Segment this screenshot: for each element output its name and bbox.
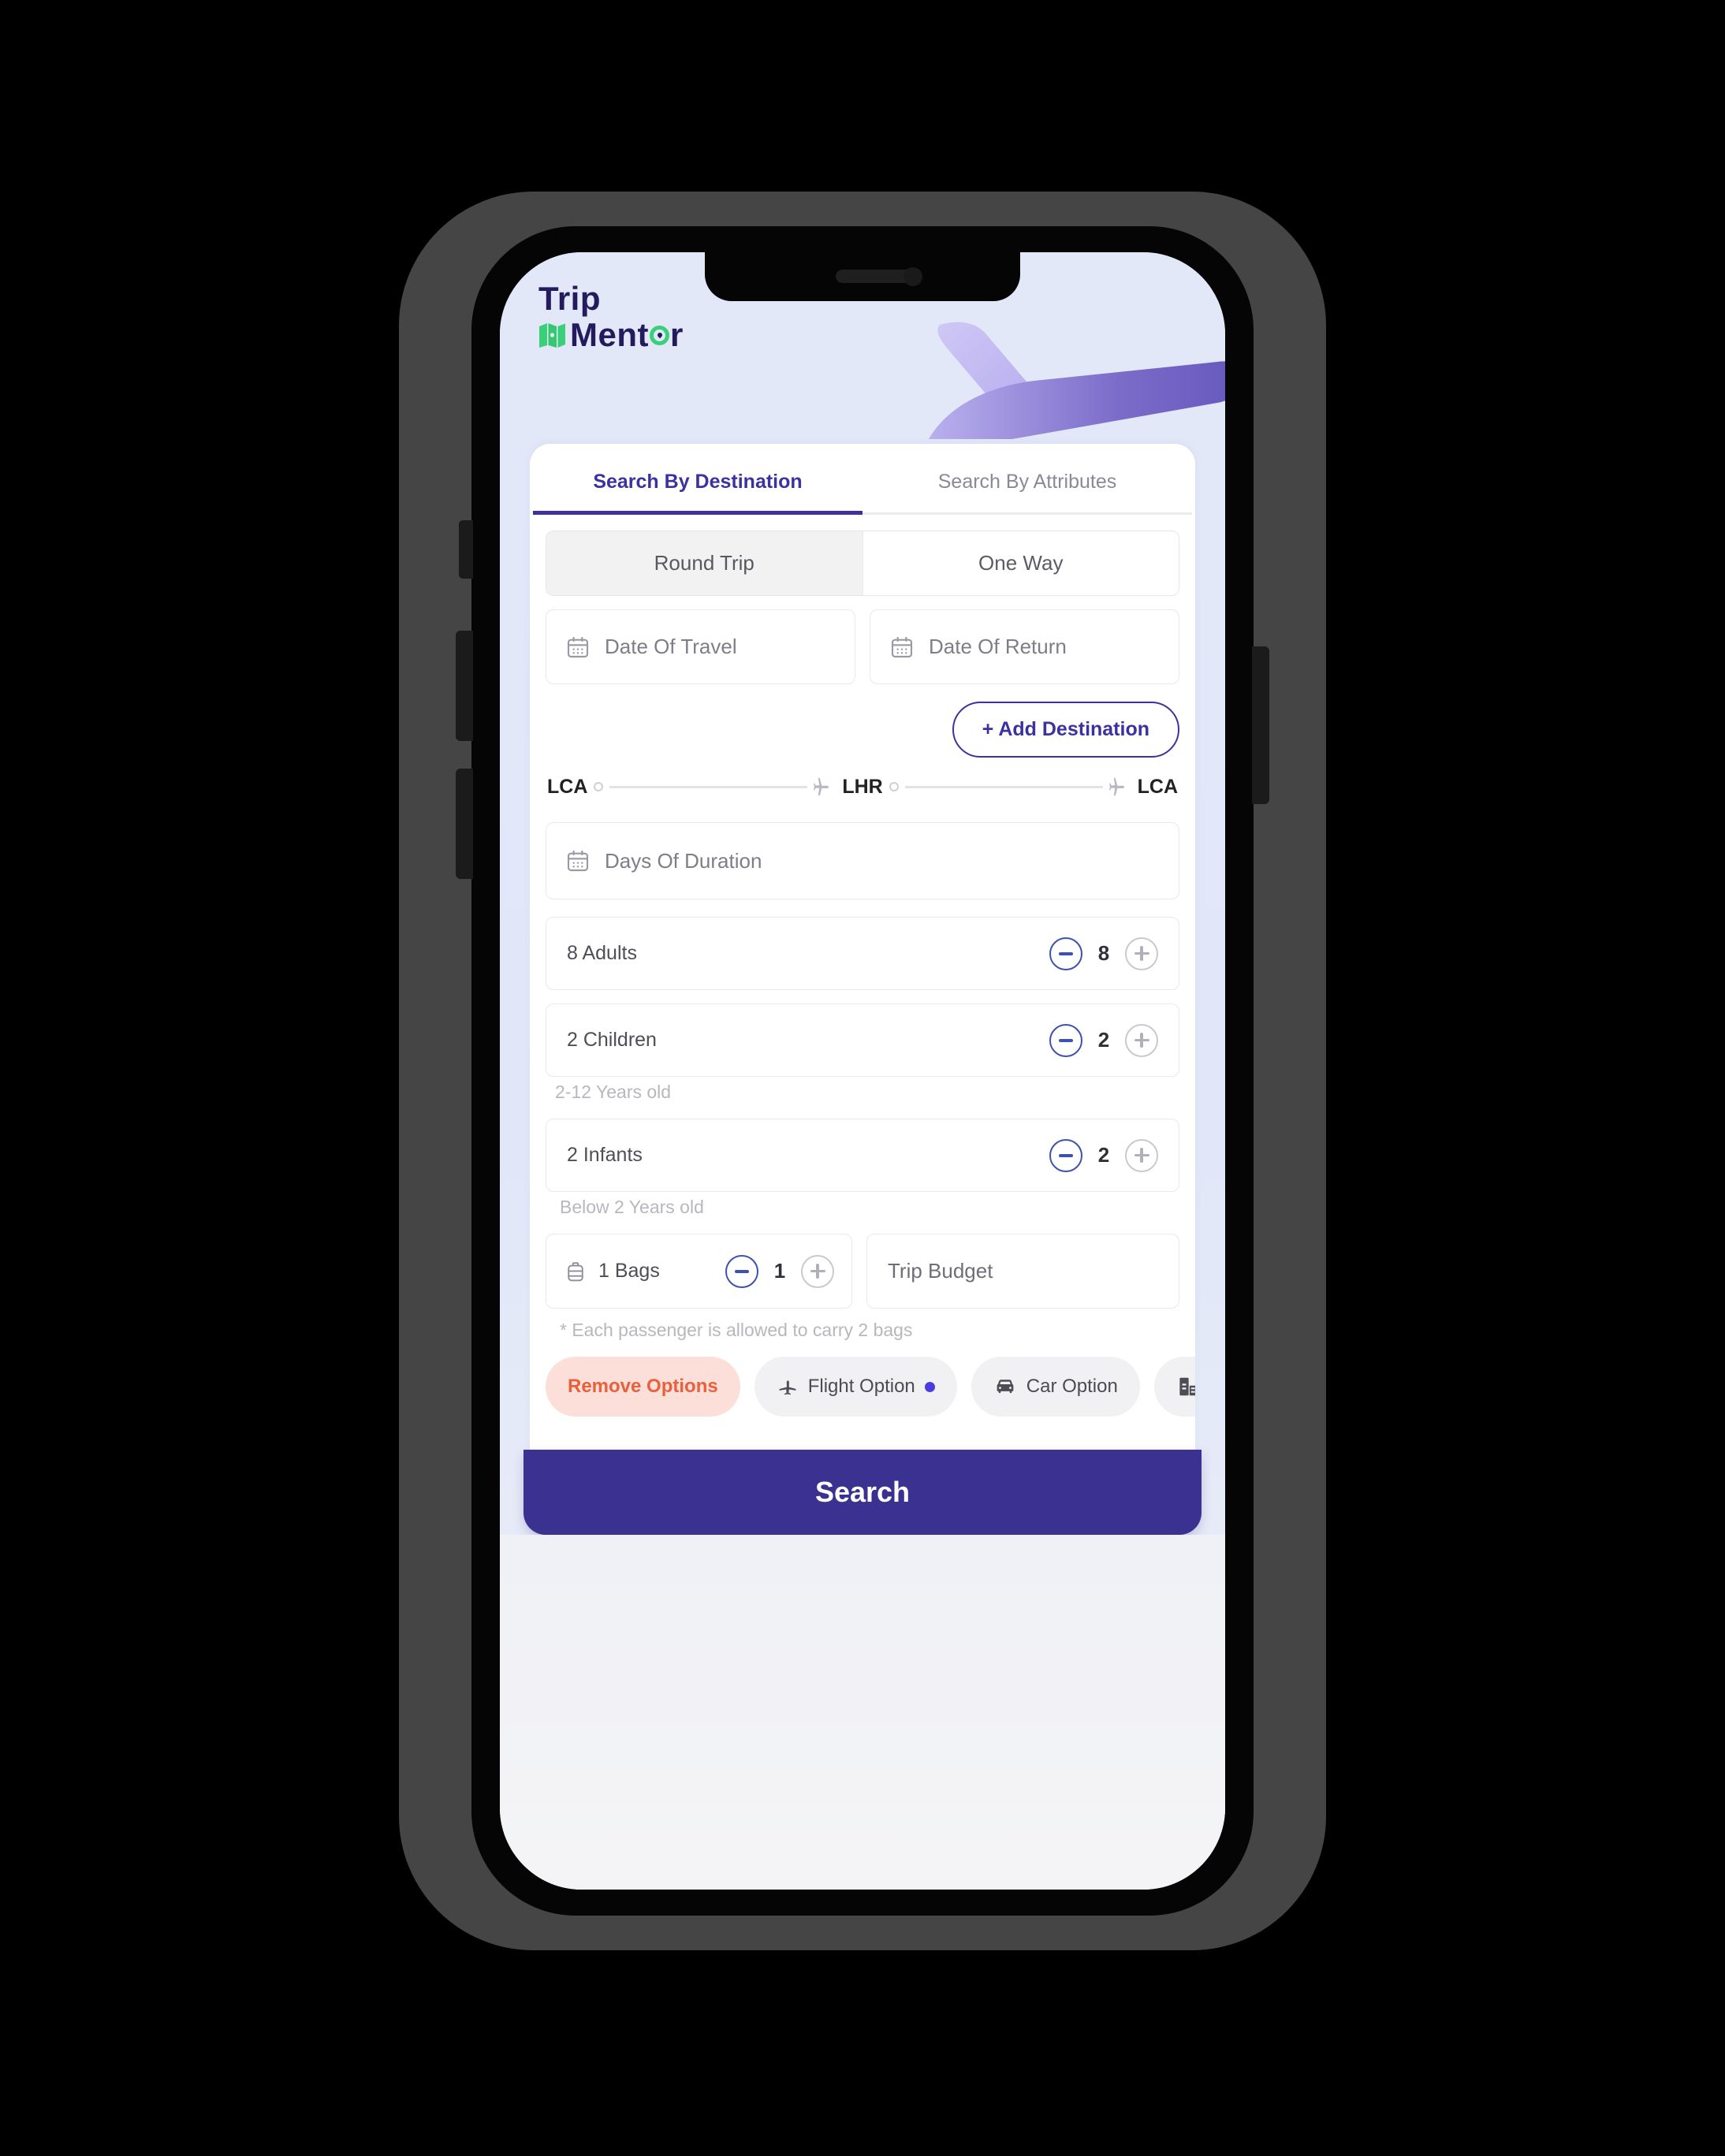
- children-stepper: 2: [1049, 1023, 1158, 1057]
- infants-decrement-button[interactable]: [1049, 1138, 1082, 1172]
- airplane-icon: [777, 1376, 799, 1398]
- bags-decrement-button[interactable]: [725, 1254, 758, 1288]
- trip-type-one-way[interactable]: One Way: [862, 531, 1179, 595]
- phone-volume-down-button[interactable]: [456, 769, 473, 879]
- route-segment-line: [609, 785, 808, 788]
- date-fields-row: Date Of Travel Date Of Return: [546, 609, 1179, 684]
- app-footer-area: [500, 1535, 1225, 1890]
- remove-options-chip[interactable]: Remove Options: [546, 1357, 740, 1417]
- app-logo[interactable]: Trip Ment r: [538, 282, 684, 352]
- trip-budget-label: Trip Budget: [888, 1259, 993, 1283]
- children-increment-button[interactable]: [1125, 1023, 1158, 1057]
- children-counter-row: 2 Children 2: [546, 1004, 1179, 1077]
- route-indicator: LCA LHR LCA: [546, 775, 1179, 806]
- flight-option-active-dot: [924, 1381, 935, 1392]
- days-of-duration-label: Days Of Duration: [605, 848, 762, 873]
- logo-text-mentor: Ment r: [570, 316, 684, 353]
- tab-search-by-destination[interactable]: Search By Destination: [533, 444, 862, 515]
- hotel-option-chip[interactable]: [1153, 1357, 1195, 1417]
- infants-stepper: 2: [1049, 1138, 1158, 1172]
- search-card: Search By Destination Search By Attribut…: [530, 444, 1195, 1450]
- adults-label: 8 Adults: [567, 942, 637, 964]
- children-value: 2: [1097, 1028, 1110, 1052]
- adults-counter-row: 8 Adults 8: [546, 917, 1179, 990]
- option-chips-row[interactable]: Remove Options Flight Option Car Option: [546, 1357, 1195, 1439]
- bags-increment-button[interactable]: [801, 1254, 834, 1288]
- phone-power-button[interactable]: [1252, 646, 1269, 804]
- trip-search-app: Trip Ment r Search By Destination Search…: [500, 252, 1225, 1890]
- infants-age-note: Below 2 Years old: [560, 1197, 704, 1217]
- phone-mute-button[interactable]: [459, 520, 473, 579]
- route-stop-origin: LCA: [547, 775, 588, 798]
- infants-increment-button[interactable]: [1125, 1138, 1158, 1172]
- calendar-icon: [889, 635, 915, 660]
- trip-type-toggle: Round Trip One Way: [546, 531, 1179, 596]
- route-segment-line: [904, 785, 1103, 788]
- phone-volume-up-button[interactable]: [456, 631, 473, 741]
- logo-text-trip: Trip: [538, 280, 602, 317]
- bags-allowance-note: * Each passenger is allowed to carry 2 b…: [560, 1320, 913, 1340]
- date-of-travel-field[interactable]: Date Of Travel: [546, 609, 855, 684]
- map-icon: [539, 323, 565, 348]
- car-icon: [993, 1375, 1017, 1398]
- search-button[interactable]: Search: [523, 1450, 1202, 1535]
- add-destination-button[interactable]: + Add Destination: [952, 702, 1179, 758]
- route-stop-destination: LCA: [1137, 775, 1179, 798]
- trip-budget-field[interactable]: Trip Budget: [866, 1234, 1179, 1309]
- bags-value: 1: [773, 1259, 786, 1283]
- date-of-travel-label: Date Of Travel: [605, 635, 737, 658]
- search-button-label: Search: [814, 1476, 911, 1508]
- date-of-return-field[interactable]: Date Of Return: [870, 609, 1179, 684]
- remove-options-label: Remove Options: [568, 1376, 718, 1397]
- airplane-icon: [810, 775, 834, 799]
- days-of-duration-field[interactable]: Days Of Duration: [546, 822, 1179, 899]
- bags-label: 1 Bags: [598, 1260, 660, 1282]
- adults-decrement-button[interactable]: [1049, 937, 1082, 970]
- car-option-chip[interactable]: Car Option: [971, 1357, 1140, 1417]
- route-stop-1: LHR: [842, 775, 883, 798]
- earpiece-speaker: [836, 270, 913, 283]
- route-node-icon: [594, 782, 604, 791]
- flight-option-label: Flight Option: [807, 1376, 915, 1397]
- route-node-icon: [889, 782, 899, 791]
- phone-screen: Trip Ment r Search By Destination Search…: [500, 252, 1225, 1890]
- bags-counter-field: 1 Bags 1: [546, 1234, 852, 1309]
- logo-location-pin-icon: [650, 326, 669, 345]
- airplane-icon: [1106, 775, 1130, 799]
- phone-notch: [705, 252, 1020, 301]
- bags-budget-row: 1 Bags 1 Trip Budget: [546, 1234, 1179, 1309]
- adults-increment-button[interactable]: [1125, 937, 1158, 970]
- add-destination-row: + Add Destination: [546, 702, 1179, 758]
- airplane-illustration: [929, 322, 1225, 439]
- children-label: 2 Children: [567, 1029, 657, 1051]
- flight-option-chip[interactable]: Flight Option: [754, 1357, 957, 1417]
- date-of-return-label: Date Of Return: [929, 635, 1067, 658]
- car-option-label: Car Option: [1026, 1376, 1118, 1397]
- hotel-icon: [1176, 1375, 1195, 1398]
- front-camera-icon: [903, 267, 922, 286]
- bags-stepper: 1: [725, 1254, 834, 1288]
- tab-search-by-attributes[interactable]: Search By Attributes: [862, 444, 1192, 515]
- suitcase-icon: [564, 1260, 587, 1283]
- infants-label: 2 Infants: [567, 1144, 643, 1166]
- trip-type-round-trip[interactable]: Round Trip: [546, 531, 862, 595]
- search-mode-tabs: Search By Destination Search By Attribut…: [530, 444, 1195, 515]
- adults-value: 8: [1097, 941, 1110, 965]
- calendar-icon: [565, 635, 591, 660]
- adults-stepper: 8: [1049, 937, 1158, 970]
- infants-value: 2: [1097, 1143, 1110, 1167]
- children-decrement-button[interactable]: [1049, 1023, 1082, 1057]
- calendar-icon: [565, 848, 591, 873]
- infants-counter-row: 2 Infants 2: [546, 1119, 1179, 1192]
- children-age-note: 2-12 Years old: [555, 1082, 672, 1102]
